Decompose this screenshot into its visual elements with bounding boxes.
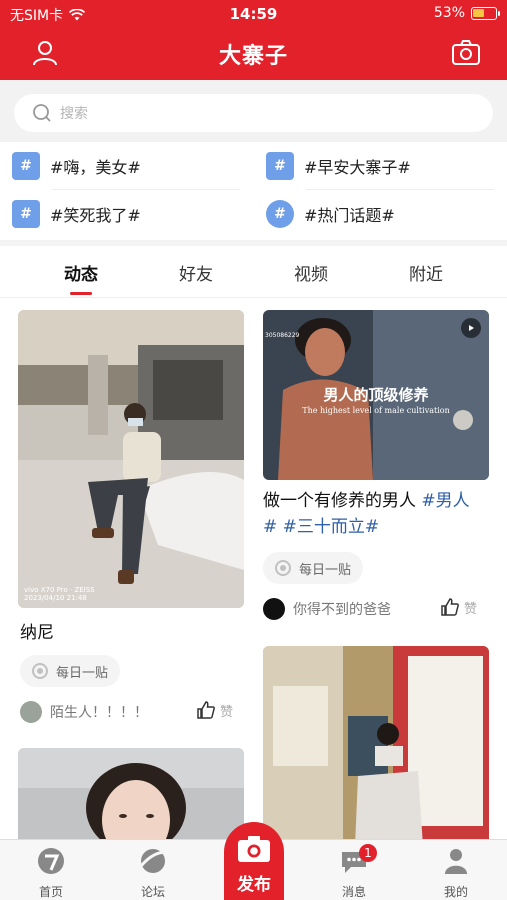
- divider: [306, 189, 494, 190]
- search-placeholder: 搜索: [60, 106, 88, 122]
- video-overlay-title: 男人的顶级修养: [323, 386, 429, 404]
- topic-item[interactable]: # #嗨，美女#: [12, 144, 141, 188]
- divider: [52, 189, 240, 190]
- mall-photo-image: [18, 310, 244, 608]
- like-button[interactable]: 赞: [440, 597, 477, 617]
- feed-tabs: 动态 好友 视频 附近: [0, 246, 507, 298]
- thumbs-up-icon: [441, 598, 459, 616]
- tag-icon: [275, 560, 291, 576]
- post-tag-label: 每日一贴: [56, 665, 109, 681]
- topic-item[interactable]: # #早安大寨子#: [266, 144, 411, 188]
- video-code: 305086229: [265, 332, 300, 339]
- unread-badge: 1: [359, 844, 377, 862]
- camera-icon[interactable]: [451, 38, 481, 68]
- author-name: 陌生人！！！！: [50, 705, 148, 721]
- photo-camera-watermark: vivo X70 Pro · ZEISS: [24, 586, 95, 594]
- tag-icon: [32, 663, 48, 679]
- topic-label: #早安大寨子#: [304, 158, 411, 177]
- hashtag-icon: #: [12, 152, 40, 180]
- video-overlay-subtitle: The highest level of male cultivation: [302, 406, 450, 415]
- post-tag[interactable]: 每日一贴: [20, 655, 121, 687]
- post-title[interactable]: 做一个有修养的男人 #男人 # #三十而立#: [263, 488, 493, 540]
- shop-selfie-image: [263, 646, 489, 839]
- post-title-text: 做一个有修养的男人: [263, 491, 422, 511]
- battery-indicator: 53%: [433, 5, 500, 21]
- post-photo[interactable]: [263, 646, 489, 839]
- battery-percent: 53%: [433, 5, 465, 21]
- like-label: 赞: [220, 704, 234, 720]
- avatar: [20, 701, 42, 723]
- hashtag-icon: #: [12, 200, 40, 228]
- avatar: [263, 598, 285, 620]
- play-icon[interactable]: [461, 318, 481, 338]
- nav-home[interactable]: 首页: [16, 846, 86, 900]
- tab-dynamic[interactable]: 动态: [31, 260, 131, 285]
- hashtag-link[interactable]: #: [263, 517, 277, 537]
- search-area: 搜索: [0, 80, 507, 142]
- tab-friends[interactable]: 好友: [146, 260, 246, 285]
- topic-label: #热门话题#: [304, 206, 395, 225]
- app-header: 无SIM卡 14:59 53% 大寨子: [0, 0, 507, 80]
- search-input[interactable]: 搜索: [14, 94, 493, 132]
- search-icon: [33, 104, 51, 122]
- like-label: 赞: [464, 601, 478, 617]
- post-photo[interactable]: vivo X70 Pro · ZEISS 2023/04/10 21:48: [18, 310, 244, 608]
- post-author[interactable]: 陌生人！！！！: [20, 701, 148, 723]
- hashtag-link[interactable]: #男人: [421, 491, 469, 511]
- hot-topic-icon: #: [266, 200, 294, 228]
- status-bar: 无SIM卡 14:59 53%: [0, 0, 507, 28]
- post-title[interactable]: 纳尼: [20, 620, 54, 646]
- publish-label: 发布: [237, 875, 271, 895]
- hot-topics: # #嗨，美女# # #早安大寨子# # #笑死我了# # #热门话题#: [0, 142, 507, 240]
- selfie-photo-image: [18, 748, 244, 839]
- active-tab-indicator: [70, 292, 92, 295]
- post-tag[interactable]: 每日一贴: [263, 552, 364, 584]
- camera-icon: [238, 836, 270, 862]
- home-icon: [38, 848, 64, 874]
- post-tag-label: 每日一贴: [299, 562, 352, 578]
- author-name: 你得不到的爸爸: [293, 602, 391, 618]
- forum-icon: [139, 849, 167, 873]
- post-video[interactable]: 305086229 男人的顶级修养 The highest level of m…: [263, 310, 489, 480]
- tab-videos[interactable]: 视频: [261, 260, 361, 285]
- nav-label: 论坛: [140, 885, 165, 899]
- topic-item[interactable]: # #笑死我了#: [12, 192, 141, 236]
- photo-date-watermark: 2023/04/10 21:48: [24, 594, 87, 602]
- nav-label: 首页: [38, 885, 63, 899]
- nav-messages[interactable]: 1 消息: [319, 844, 389, 900]
- profile-icon: [445, 849, 467, 874]
- battery-icon: [471, 6, 500, 20]
- like-button[interactable]: 赞: [196, 700, 233, 720]
- tab-nearby[interactable]: 附近: [376, 260, 476, 285]
- status-time: 14:59: [229, 5, 278, 23]
- feed-list: vivo X70 Pro · ZEISS 2023/04/10 21:48 纳尼…: [0, 298, 507, 839]
- topic-label: #嗨，美女#: [50, 158, 141, 177]
- nav-mine[interactable]: 我的: [421, 846, 491, 900]
- thumbs-up-icon: [197, 701, 215, 719]
- post-author[interactable]: 你得不到的爸爸: [263, 598, 391, 620]
- nav-label: 我的: [443, 885, 468, 899]
- nav-label: 消息: [341, 885, 366, 899]
- post-photo[interactable]: [18, 748, 244, 839]
- nav-forum[interactable]: 论坛: [118, 846, 188, 900]
- topic-label: #笑死我了#: [50, 206, 141, 225]
- publish-button[interactable]: 发布: [224, 822, 284, 900]
- topic-item[interactable]: # #热门话题#: [266, 192, 395, 236]
- hashtag-link[interactable]: #三十而立#: [277, 517, 380, 537]
- page-title: 大寨子: [218, 44, 288, 69]
- hashtag-icon: #: [266, 152, 294, 180]
